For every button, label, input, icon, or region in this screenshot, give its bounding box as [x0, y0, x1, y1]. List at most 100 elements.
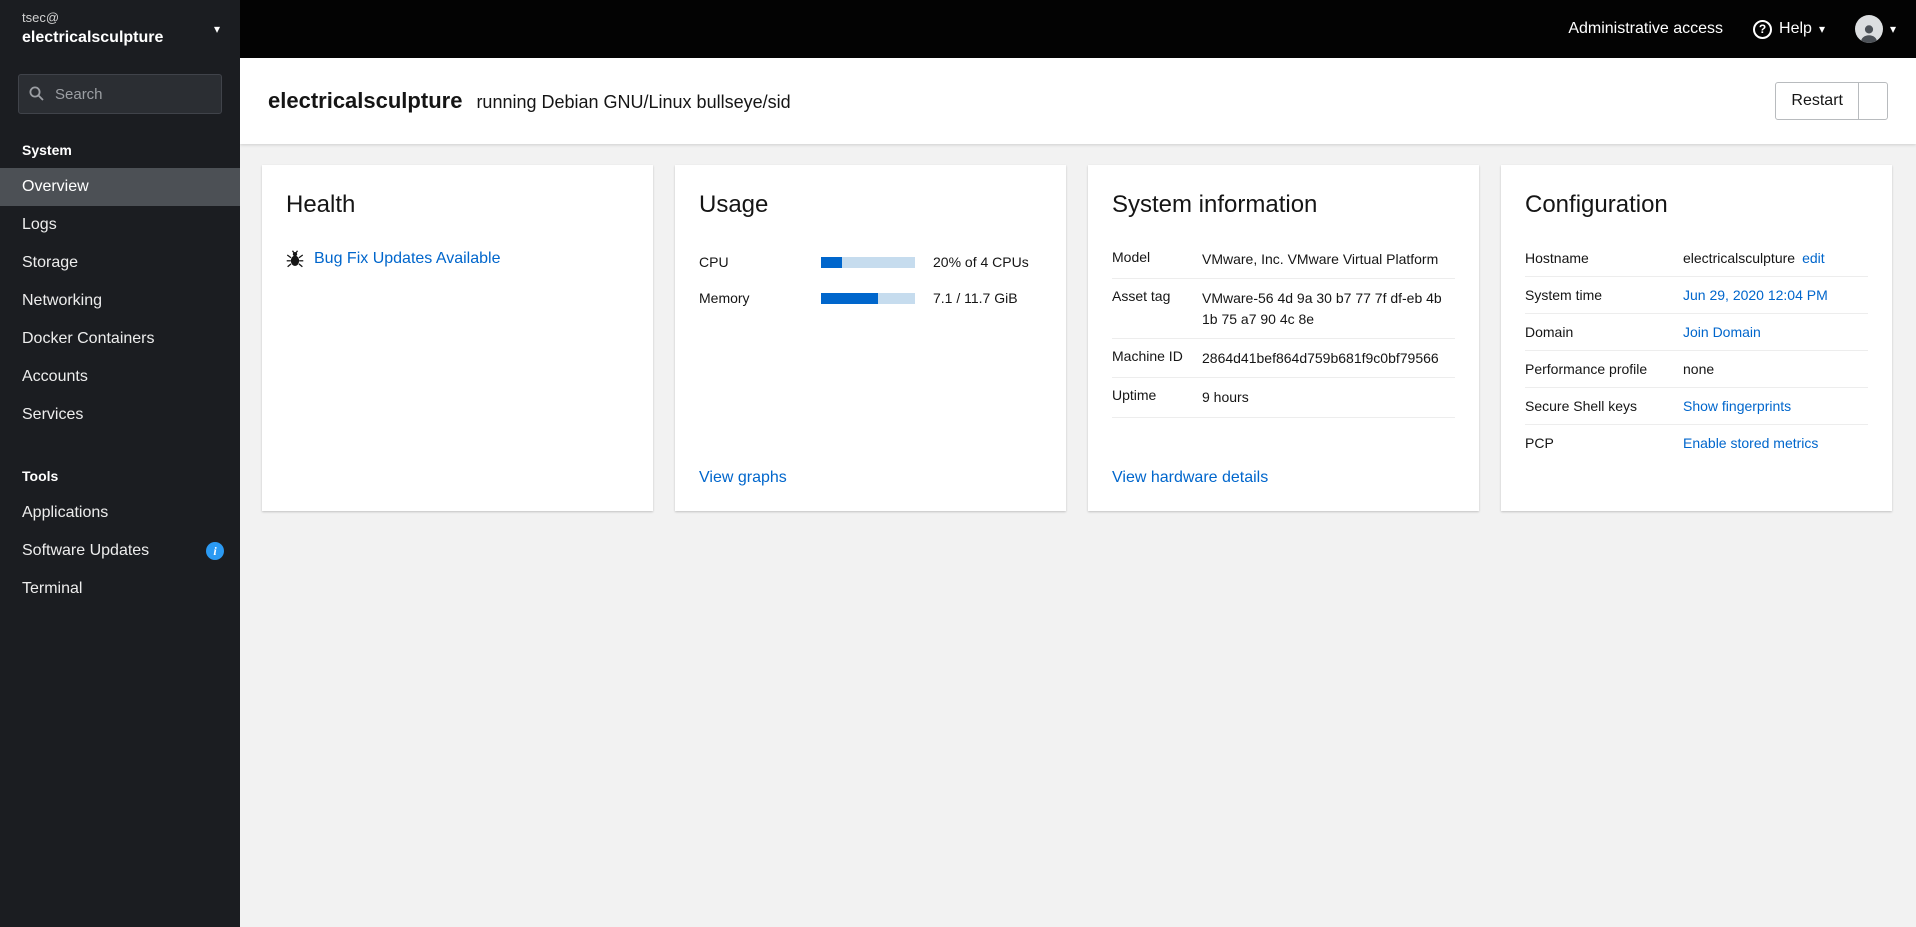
administrative-access-label: Administrative access — [1568, 20, 1724, 37]
cpu-usage-value: 20% of 4 CPUs — [933, 254, 1029, 271]
view-hardware-details-link[interactable]: View hardware details — [1112, 469, 1268, 487]
cpu-label: CPU — [699, 254, 729, 271]
help-icon: ? — [1753, 19, 1773, 39]
sidebar-item-docker-containers[interactable]: Docker Containers — [0, 320, 240, 358]
card-title-health: Health — [286, 191, 356, 218]
uptime-label: Uptime — [1112, 387, 1157, 404]
host-switcher[interactable]: tsec@ electricalsculpture ▾ — [0, 0, 240, 58]
sidebar-item-label: Software Updates — [22, 542, 150, 559]
sidebar-item-services[interactable]: Services — [0, 396, 240, 434]
show-fingerprints-link[interactable]: Show fingerprints — [1683, 398, 1791, 414]
system-information-card: System information Model VMware, Inc. VM… — [1088, 165, 1479, 511]
sidebar-item-networking[interactable]: Networking — [0, 282, 240, 320]
chevron-down-icon: ▾ — [1818, 22, 1825, 36]
hostname-label: Hostname — [1525, 250, 1589, 267]
restart-dropdown-toggle[interactable]: ▾ — [1857, 83, 1887, 119]
restart-split-button: Restart ▾ — [1775, 82, 1888, 120]
sidebar-nav: System Overview Logs Storage Networking … — [0, 124, 240, 608]
nav-section-tools: Tools — [22, 468, 59, 484]
sidebar-item-software-updates[interactable]: Software Updates i — [0, 532, 240, 570]
sysinfo-row-uptime: Uptime 9 hours — [1112, 378, 1455, 418]
cockpit-app: tsec@ electricalsculpture ▾ System Overv… — [0, 0, 1916, 927]
sidebar: tsec@ electricalsculpture ▾ System Overv… — [0, 0, 240, 927]
asset-tag-label: Asset tag — [1112, 288, 1171, 305]
usage-row-memory: Memory 7.1 / 11.7 GiB — [699, 280, 1042, 316]
system-information-table: Model VMware, Inc. VMware Virtual Platfo… — [1112, 240, 1455, 418]
health-card: Health Bug Fix Updates Available — [262, 165, 653, 511]
help-menu[interactable]: ? Help ▾ — [1753, 19, 1825, 39]
topbar: Administrative access ? Help ▾ ▾ — [240, 0, 1916, 58]
sidebar-item-overview[interactable]: Overview — [0, 168, 240, 206]
chevron-down-icon: ▾ — [1889, 22, 1896, 36]
secure-shell-keys-label: Secure Shell keys — [1525, 398, 1638, 415]
view-graphs-link[interactable]: View graphs — [699, 469, 787, 487]
enable-stored-metrics-link[interactable]: Enable stored metrics — [1683, 435, 1818, 451]
os-description: running Debian GNU/Linux bullseye/sid — [476, 92, 791, 112]
bug-fix-updates-link[interactable]: Bug Fix Updates Available — [314, 250, 500, 268]
sidebar-item-applications[interactable]: Applications — [0, 494, 240, 532]
configuration-table: Hostname electricalsculpture edit System… — [1525, 240, 1868, 461]
main-area: electricalsculpture running Debian GNU/L… — [240, 58, 1916, 927]
machine-id-value: 2864d41bef864d759b681f9c0bf79566 — [1202, 350, 1439, 367]
search-icon — [29, 86, 44, 101]
user-icon — [1860, 25, 1878, 43]
host-title: electricalsculpture running Debian GNU/L… — [268, 88, 791, 114]
host-switcher-text: tsec@ electricalsculpture — [22, 9, 163, 48]
system-time-link[interactable]: Jun 29, 2020 12:04 PM — [1683, 287, 1828, 303]
search-input[interactable] — [18, 74, 222, 114]
usage-card: Usage CPU 20% of 4 CPUs Memory 7.1 / 11.… — [675, 165, 1066, 511]
bug-icon — [286, 250, 304, 268]
cpu-progress-fill — [821, 256, 842, 268]
page-title: electricalsculpture — [268, 88, 463, 113]
host-masthead: electricalsculpture running Debian GNU/L… — [240, 58, 1916, 144]
chevron-down-icon: ▾ — [1869, 94, 1876, 108]
restart-button[interactable]: Restart — [1776, 83, 1858, 119]
system-time-label: System time — [1525, 287, 1603, 304]
sidebar-search — [18, 74, 222, 114]
nav-section-system: System — [22, 142, 72, 158]
join-domain-link[interactable]: Join Domain — [1683, 324, 1761, 340]
info-icon: i — [206, 542, 224, 560]
help-label: Help — [1779, 20, 1812, 37]
sidebar-item-terminal[interactable]: Terminal — [0, 570, 240, 608]
sysinfo-row-machine-id: Machine ID 2864d41bef864d759b681f9c0bf79… — [1112, 339, 1455, 379]
config-row-system-time: System time Jun 29, 2020 12:04 PM — [1525, 277, 1868, 315]
config-row-secure-shell-keys: Secure Shell keys Show fingerprints — [1525, 388, 1868, 426]
memory-label: Memory — [699, 290, 750, 307]
overview-cards: Health Bug Fix Updates Available Usage C… — [240, 144, 1916, 927]
current-host: electricalsculpture — [22, 28, 164, 46]
performance-profile-value: none — [1683, 361, 1715, 378]
pcp-label: PCP — [1525, 435, 1554, 452]
asset-tag-value: VMware-56 4d 9a 30 b7 77 7f df-eb 4b 1b … — [1202, 290, 1442, 327]
edit-hostname-link[interactable]: edit — [1802, 250, 1825, 266]
model-value: VMware, Inc. VMware Virtual Platform — [1202, 251, 1439, 268]
config-row-domain: Domain Join Domain — [1525, 314, 1868, 352]
usage-row-cpu: CPU 20% of 4 CPUs — [699, 244, 1042, 280]
memory-progress-fill — [821, 292, 879, 304]
card-title-usage: Usage — [699, 191, 769, 218]
config-row-performance-profile: Performance profile none — [1525, 351, 1868, 389]
sidebar-item-logs[interactable]: Logs — [0, 206, 240, 244]
memory-usage-value: 7.1 / 11.7 GiB — [933, 290, 1018, 307]
session-menu[interactable]: ▾ — [1854, 15, 1896, 43]
config-row-pcp: PCP Enable stored metrics — [1525, 425, 1868, 461]
configuration-card: Configuration Hostname electricalsculptu… — [1501, 165, 1892, 511]
administrative-access-button[interactable]: Administrative access — [1568, 20, 1723, 38]
chevron-down-icon: ▾ — [213, 22, 220, 36]
hostname-text: electricalsculpture — [1683, 250, 1796, 267]
card-title-system-information: System information — [1112, 191, 1318, 218]
memory-progress-bar — [821, 292, 915, 304]
config-row-hostname: Hostname electricalsculpture edit — [1525, 240, 1868, 278]
sidebar-item-accounts[interactable]: Accounts — [0, 358, 240, 396]
uptime-value: 9 hours — [1202, 389, 1249, 406]
performance-profile-label: Performance profile — [1525, 361, 1648, 378]
machine-id-label: Machine ID — [1112, 348, 1183, 365]
cpu-progress-bar — [821, 256, 915, 268]
health-item: Bug Fix Updates Available — [286, 250, 629, 268]
sysinfo-row-model: Model VMware, Inc. VMware Virtual Platfo… — [1112, 240, 1455, 280]
logged-in-user: tsec@ — [22, 10, 60, 26]
sidebar-item-storage[interactable]: Storage — [0, 244, 240, 282]
avatar — [1854, 15, 1883, 43]
hostname-value: electricalsculpture edit — [1683, 250, 1868, 266]
model-label: Model — [1112, 249, 1151, 266]
